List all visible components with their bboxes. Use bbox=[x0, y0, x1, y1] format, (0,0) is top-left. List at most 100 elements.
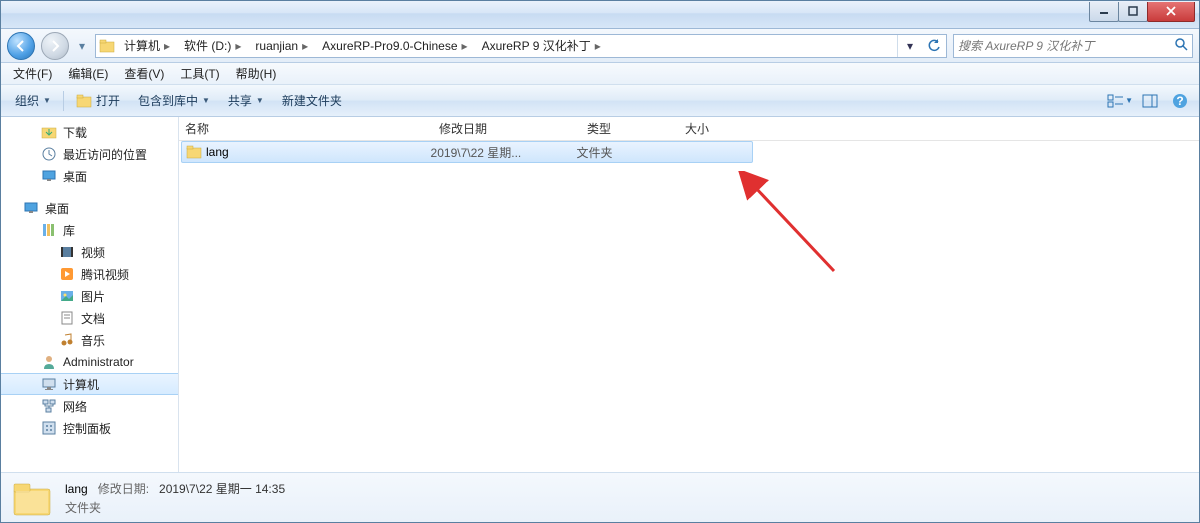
crumb-patch[interactable]: AxureRP 9 汉化补丁▸ bbox=[476, 35, 609, 57]
sidebar-item-control-panel[interactable]: 控制面板 bbox=[1, 417, 178, 439]
sidebar-label: 网络 bbox=[63, 398, 87, 415]
sidebar-label: 桌面 bbox=[63, 168, 87, 185]
refresh-button[interactable] bbox=[922, 35, 946, 57]
navigation-row: ▾ 计算机▸ 软件 (D:)▸ ruanjian▸ AxureRP-Pro9.0… bbox=[1, 29, 1199, 63]
share-button[interactable]: 共享 ▼ bbox=[220, 88, 272, 113]
sidebar-item-network[interactable]: 网络 bbox=[1, 395, 178, 417]
sidebar-label: 图片 bbox=[81, 288, 105, 305]
svg-text:?: ? bbox=[1176, 94, 1183, 108]
file-list[interactable]: lang 2019\7\22 星期... 文件夹 bbox=[179, 141, 1199, 472]
window-controls bbox=[1090, 2, 1195, 22]
control-panel-icon bbox=[41, 420, 57, 436]
sidebar-item-videos[interactable]: 视频 bbox=[1, 241, 178, 263]
sidebar-label: 文档 bbox=[81, 310, 105, 327]
address-dropdown[interactable]: ▾ bbox=[898, 35, 922, 57]
menubar: 文件(F) 编辑(E) 查看(V) 工具(T) 帮助(H) bbox=[1, 63, 1199, 85]
sidebar-label: 库 bbox=[63, 222, 75, 239]
sidebar-item-tencent-video[interactable]: 腾讯视频 bbox=[1, 263, 178, 285]
pictures-icon bbox=[59, 288, 75, 304]
recent-icon bbox=[41, 146, 57, 162]
search-input[interactable] bbox=[958, 39, 1174, 53]
address-bar[interactable]: 计算机▸ 软件 (D:)▸ ruanjian▸ AxureRP-Pro9.0-C… bbox=[95, 34, 947, 58]
menu-edit[interactable]: 编辑(E) bbox=[60, 63, 116, 84]
crumb-computer[interactable]: 计算机▸ bbox=[118, 35, 178, 57]
menu-view[interactable]: 查看(V) bbox=[116, 63, 172, 84]
maximize-button[interactable] bbox=[1118, 2, 1148, 22]
sidebar-label: 下载 bbox=[63, 124, 87, 141]
annotation-arrow bbox=[734, 171, 854, 291]
search-icon[interactable] bbox=[1174, 37, 1188, 54]
sidebar-item-administrator[interactable]: Administrator bbox=[1, 351, 178, 373]
view-options-button[interactable]: ▼ bbox=[1107, 90, 1133, 112]
column-headers: 名称 修改日期 类型 大小 bbox=[179, 117, 1199, 141]
history-dropdown[interactable]: ▾ bbox=[75, 32, 89, 60]
status-type: 文件夹 bbox=[65, 501, 101, 515]
close-button[interactable] bbox=[1147, 2, 1195, 22]
open-button[interactable]: 打开 bbox=[68, 88, 128, 113]
content-pane: 名称 修改日期 类型 大小 lang 2019\7\22 星期... 文件夹 bbox=[179, 117, 1199, 472]
menu-tools[interactable]: 工具(T) bbox=[172, 63, 227, 84]
sidebar-label: 音乐 bbox=[81, 332, 105, 349]
column-name[interactable]: 名称 bbox=[179, 120, 433, 137]
crumb-drive[interactable]: 软件 (D:)▸ bbox=[178, 35, 249, 57]
sidebar-label: 腾讯视频 bbox=[81, 266, 129, 283]
navigation-pane[interactable]: 下载 最近访问的位置 桌面 桌面 库 bbox=[1, 117, 179, 472]
documents-icon bbox=[59, 310, 75, 326]
sidebar-item-desktop-quick[interactable]: 桌面 bbox=[1, 165, 178, 187]
sidebar-item-music[interactable]: 音乐 bbox=[1, 329, 178, 351]
help-button[interactable]: ? bbox=[1167, 90, 1193, 112]
status-date: 2019\7\22 星期一 14:35 bbox=[159, 480, 285, 497]
menu-file[interactable]: 文件(F) bbox=[5, 63, 60, 84]
folder-icon bbox=[186, 144, 202, 160]
titlebar bbox=[1, 1, 1199, 29]
sidebar-label: 桌面 bbox=[45, 200, 69, 217]
new-folder-button[interactable]: 新建文件夹 bbox=[274, 88, 350, 113]
column-size[interactable]: 大小 bbox=[679, 120, 759, 137]
user-icon bbox=[41, 354, 57, 370]
download-icon bbox=[41, 124, 57, 140]
sidebar-label: 控制面板 bbox=[63, 420, 111, 437]
preview-pane-button[interactable] bbox=[1137, 90, 1163, 112]
include-in-library-button[interactable]: 包含到库中 ▼ bbox=[130, 88, 218, 113]
desktop-icon bbox=[23, 200, 39, 216]
forward-button[interactable] bbox=[41, 32, 69, 60]
list-item[interactable]: lang 2019\7\22 星期... 文件夹 bbox=[181, 141, 753, 163]
sidebar-item-computer[interactable]: 计算机 bbox=[1, 373, 178, 395]
folder-icon bbox=[96, 38, 118, 54]
search-box[interactable] bbox=[953, 34, 1193, 58]
music-icon bbox=[59, 332, 75, 348]
toolbar: 组织 ▼ 打开 包含到库中 ▼ 共享 ▼ 新建文件夹 ▼ ? bbox=[1, 85, 1199, 117]
video-icon bbox=[59, 244, 75, 260]
status-name: lang bbox=[65, 482, 88, 496]
crumb-ruanjian[interactable]: ruanjian▸ bbox=[249, 35, 316, 57]
sidebar-item-desktop-root[interactable]: 桌面 bbox=[1, 197, 178, 219]
computer-icon bbox=[41, 376, 57, 392]
body: 下载 最近访问的位置 桌面 桌面 库 bbox=[1, 117, 1199, 472]
desktop-icon bbox=[41, 168, 57, 184]
details-pane: lang 修改日期: 2019\7\22 星期一 14:35 文件夹 bbox=[1, 472, 1199, 522]
sidebar-item-downloads[interactable]: 下载 bbox=[1, 121, 178, 143]
sidebar-item-pictures[interactable]: 图片 bbox=[1, 285, 178, 307]
tvideo-icon bbox=[59, 266, 75, 282]
column-type[interactable]: 类型 bbox=[581, 120, 679, 137]
back-button[interactable] bbox=[7, 32, 35, 60]
sidebar-item-recent[interactable]: 最近访问的位置 bbox=[1, 143, 178, 165]
library-icon bbox=[41, 222, 57, 238]
sidebar-item-libraries[interactable]: 库 bbox=[1, 219, 178, 241]
folder-large-icon bbox=[11, 477, 53, 519]
network-icon bbox=[41, 398, 57, 414]
sidebar-label: 视频 bbox=[81, 244, 105, 261]
sidebar-label: Administrator bbox=[63, 355, 134, 369]
sidebar-item-documents[interactable]: 文档 bbox=[1, 307, 178, 329]
organize-button[interactable]: 组织 ▼ bbox=[7, 88, 59, 113]
status-date-label: 修改日期: bbox=[98, 480, 149, 497]
minimize-button[interactable] bbox=[1089, 2, 1119, 22]
menu-help[interactable]: 帮助(H) bbox=[228, 63, 285, 84]
file-name: lang bbox=[206, 145, 229, 159]
explorer-window: ▾ 计算机▸ 软件 (D:)▸ ruanjian▸ AxureRP-Pro9.0… bbox=[0, 0, 1200, 523]
open-icon bbox=[76, 93, 92, 109]
column-date[interactable]: 修改日期 bbox=[433, 120, 581, 137]
file-date: 2019\7\22 星期... bbox=[431, 144, 577, 161]
crumb-axure[interactable]: AxureRP-Pro9.0-Chinese▸ bbox=[316, 35, 475, 57]
file-type: 文件夹 bbox=[576, 144, 673, 161]
